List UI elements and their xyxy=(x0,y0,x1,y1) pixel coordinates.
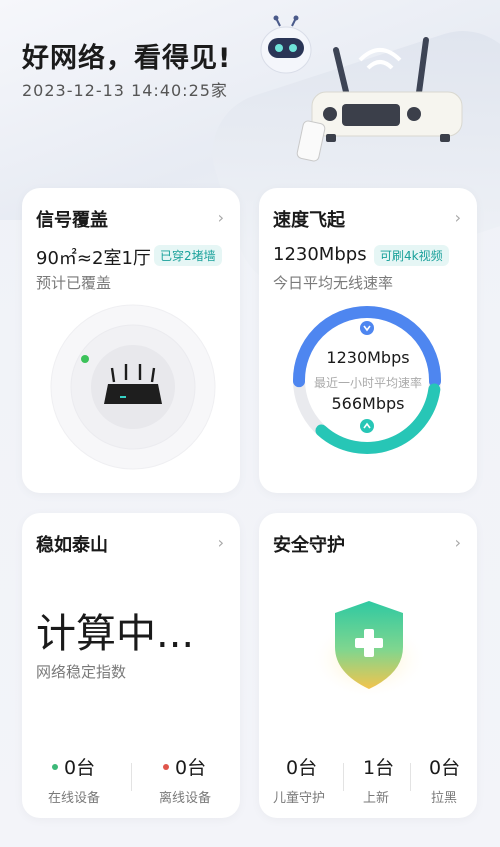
timestamp: 2023-12-13 14:40:25家 xyxy=(22,81,228,100)
speed-ring-caption: 最近一小时平均速率 xyxy=(313,376,422,390)
stability-card[interactable]: 稳如泰山 › 计算中... 网络稳定指数 0台 在线设备 0台 离线设备 xyxy=(22,513,240,818)
router-illustration xyxy=(296,37,463,162)
speed-card-title: 速度飞起 xyxy=(273,210,345,231)
divider xyxy=(131,763,132,791)
chevron-right-icon[interactable]: › xyxy=(455,208,461,227)
offline-devices-label: 离线设备 xyxy=(159,791,212,806)
divider xyxy=(343,763,344,791)
new-devices-value[interactable]: 1台 xyxy=(363,753,394,780)
speed-subtitle: 今日平均无线速率 xyxy=(273,274,394,292)
download-speed-value: 1230Mbps xyxy=(326,348,410,367)
upload-speed-value: 566Mbps xyxy=(331,394,405,413)
coverage-rings-graphic xyxy=(50,304,216,470)
chevron-right-icon[interactable]: › xyxy=(218,208,224,227)
stability-status: 计算中... xyxy=(36,611,195,657)
speed-card[interactable]: 速度飞起 › 1230Mbps 可刷4k视频 今日平均无线速率 1230Mbps… xyxy=(259,188,477,493)
device-dot xyxy=(81,355,89,363)
stability-card-title: 稳如泰山 xyxy=(36,535,108,556)
speed-text: 1230Mbps xyxy=(273,244,367,265)
security-shield-icon xyxy=(311,601,427,695)
security-card[interactable]: 安全守护 › 0台 儿童守护 1台 上新 0台 拉黑 xyxy=(259,513,477,818)
blocked-devices-value[interactable]: 0台 xyxy=(429,753,460,780)
stability-subtitle: 网络稳定指数 xyxy=(36,663,127,681)
divider xyxy=(410,763,411,791)
coverage-card-title: 信号覆盖 xyxy=(36,210,108,231)
chevron-right-icon[interactable]: › xyxy=(455,533,461,552)
online-devices-value[interactable]: 0台 xyxy=(52,753,95,780)
coverage-area-text: 90㎡≈2室1厅 xyxy=(36,248,151,269)
offline-devices-value[interactable]: 0台 xyxy=(163,753,206,780)
child-protect-label: 儿童守护 xyxy=(273,791,326,806)
security-card-title: 安全守护 xyxy=(273,535,345,556)
download-arrow-icon xyxy=(360,321,374,335)
online-devices-label: 在线设备 xyxy=(48,791,101,806)
online-dot-icon xyxy=(52,763,58,770)
upload-arrow-icon xyxy=(360,419,374,433)
speed-4k-tag: 可刷4k视频 xyxy=(374,245,449,266)
coverage-subtitle: 预计已覆盖 xyxy=(36,274,112,292)
blocked-devices-label: 拉黑 xyxy=(431,791,458,806)
offline-dot-icon xyxy=(163,763,169,770)
child-protect-value[interactable]: 0台 xyxy=(286,753,317,780)
page-headline: 好网络，看得见! xyxy=(22,43,232,74)
coverage-card[interactable]: 信号覆盖 › 90㎡≈2室1厅 已穿2堵墙 预计已覆盖 xyxy=(22,188,240,493)
coverage-wall-tag: 已穿2堵墙 xyxy=(154,245,222,266)
new-devices-label: 上新 xyxy=(363,791,390,806)
chevron-right-icon[interactable]: › xyxy=(218,533,224,552)
